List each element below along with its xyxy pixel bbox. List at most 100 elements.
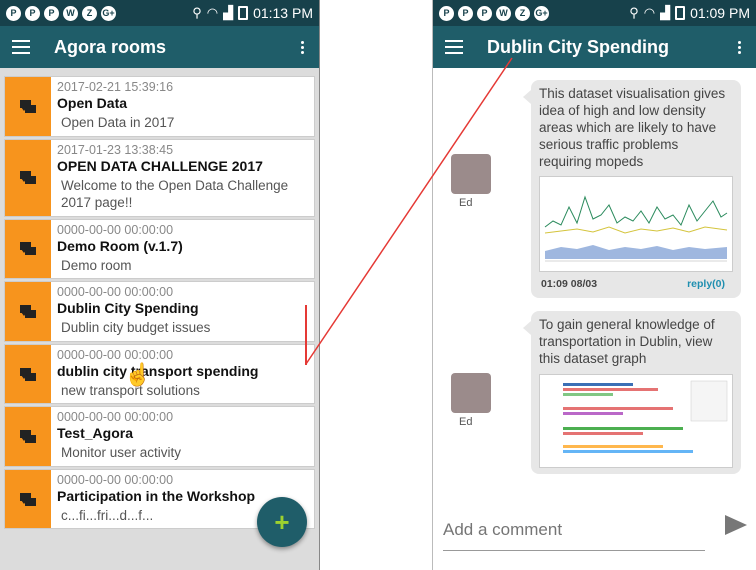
google-plus-icon: G+ [101,5,116,21]
hand-cursor-icon: ☝ [124,362,152,387]
room-name: Dublin City Spending [57,300,199,317]
notification-icons: P P P W Z G+ [6,5,116,21]
whatsapp-icon: W [496,5,511,21]
room-description: Open Data in 2017 [61,115,175,130]
chat-icon [20,304,36,318]
notification-icon: P [6,5,21,21]
page-title: Dublin City Spending [487,36,669,57]
room-item[interactable]: 0000-00-00 00:00:00 dublin city transpor… [4,343,315,405]
more-options-icon[interactable] [297,40,307,54]
chart-thumbnail [541,374,731,467]
google-plus-icon: G+ [534,5,549,21]
room-date: 2017-01-23 13:38:45 [57,142,174,157]
agora-rooms-screen: P P P W Z G+ ⚲ ◠ ▟ 01:13 PM Agora rooms [0,0,320,570]
app-icon: Z [515,5,530,21]
room-accent [5,77,51,136]
status-time: 01:13 PM [253,5,313,21]
page-title: Agora rooms [54,36,167,57]
chat-icon [20,99,36,113]
room-date: 0000-00-00 00:00:00 [57,347,174,362]
room-date: 0000-00-00 00:00:00 [57,222,174,237]
pinterest-icon: P [25,5,40,21]
room-content: 0000-00-00 00:00:00 Dublin City Spending… [51,282,314,341]
room-content: 2017-01-23 13:38:45 OPEN DATA CHALLENGE … [51,140,314,216]
room-content: 0000-00-00 00:00:00 Demo Room (v.1.7) De… [51,220,314,279]
room-name: dublin city transport spending [57,362,259,379]
notification-icons: P P P W Z G+ [439,5,549,21]
app-icon: Z [82,5,97,21]
message-text: To gain general knowledge of transportat… [539,317,715,366]
message-list: Ed This dataset visualisation gives idea… [433,68,756,474]
comment-input[interactable] [443,509,705,551]
room-description: Dublin city budget issues [61,320,211,336]
room-description: Welcome to the Open Data Challenge 2017 … [61,177,289,211]
room-accent [5,139,51,216]
pinterest-icon: P [44,5,59,21]
room-accent [5,344,51,404]
room-name: Demo Room (v.1.7) [57,237,183,254]
send-icon[interactable] [725,515,747,535]
room-date: 0000-00-00 00:00:00 [57,472,174,487]
pinterest-icon: P [458,5,473,21]
message-bubble[interactable]: This dataset visualisation gives idea of… [523,80,741,298]
message-time: 01:09 08/03 [541,278,598,291]
room-name: Test_Agora [57,425,133,442]
room-content: 0000-00-00 00:00:00 Test_Agora Monitor u… [51,407,314,466]
dataset-chart-image[interactable] [539,176,733,273]
app-bar: Agora rooms [0,26,319,68]
author-name: Ed [459,416,473,428]
status-time: 01:09 PM [690,5,750,21]
room-detail-screen: P P P W Z G+ ⚲ ◠ ▟ 01:09 PM Dublin City … [432,0,756,570]
more-options-icon[interactable] [734,40,744,54]
screenshot-stage: P P P W Z G+ ⚲ ◠ ▟ 01:13 PM Agora rooms [0,0,756,570]
room-list: 2017-02-21 15:39:16 Open Data Open Data … [0,68,319,530]
room-description: new transport solutions [61,382,200,398]
room-item[interactable]: 2017-01-23 13:38:45 OPEN DATA CHALLENGE … [4,138,315,217]
avatar [451,373,491,413]
room-item[interactable]: 0000-00-00 00:00:00 Dublin City Spending… [4,281,315,342]
chat-icon [20,171,36,185]
room-name: OPEN DATA CHALLENGE 2017 [57,157,263,174]
location-icon: ⚲ [192,5,202,20]
message-text: This dataset visualisation gives idea of… [539,86,726,169]
comment-bar [443,505,747,555]
author-name: Ed [459,197,473,209]
room-content: 0000-00-00 00:00:00 dublin city transpor… [51,345,314,404]
signal-icon: ▟ [660,5,671,20]
room-accent [5,469,51,529]
whatsapp-icon: W [63,5,78,21]
menu-icon[interactable] [445,40,463,54]
status-bar: P P P W Z G+ ⚲ ◠ ▟ 01:09 PM [433,0,756,26]
status-right: ⚲ ◠ ▟ 01:09 PM [629,5,750,21]
menu-icon[interactable] [12,40,30,54]
pinterest-icon: P [477,5,492,21]
dataset-chart-image[interactable] [539,373,733,468]
room-accent [5,407,51,466]
room-description: Monitor user activity [61,445,182,461]
room-date: 0000-00-00 00:00:00 [57,410,174,425]
room-date: 2017-02-21 15:39:16 [57,80,174,94]
room-item[interactable]: 0000-00-00 00:00:00 Demo Room (v.1.7) De… [4,218,315,280]
message-bubble[interactable]: To gain general knowledge of transportat… [523,311,741,474]
chart-thumbnail [541,177,731,272]
signal-icon: ▟ [223,5,234,20]
battery-icon [675,6,686,20]
chat-icon [20,430,36,444]
room-item[interactable]: 0000-00-00 00:00:00 Test_Agora Monitor u… [4,406,315,467]
chat-icon [20,367,36,381]
add-room-button[interactable]: + [257,497,307,547]
room-name: Open Data [57,95,128,111]
room-date: 0000-00-00 00:00:00 [57,285,174,300]
wifi-icon: ◠ [206,5,219,20]
avatar [451,154,491,194]
wifi-icon: ◠ [643,5,656,20]
room-item[interactable]: 2017-02-21 15:39:16 Open Data Open Data … [4,76,315,137]
status-bar: P P P W Z G+ ⚲ ◠ ▟ 01:13 PM [0,0,319,26]
message-meta: 01:09 08/03 reply(0) [539,278,733,291]
location-icon: ⚲ [629,5,639,20]
status-right: ⚲ ◠ ▟ 01:13 PM [192,5,313,21]
reply-link[interactable]: reply(0) [687,278,725,291]
room-content: 2017-02-21 15:39:16 Open Data Open Data … [51,77,314,136]
app-bar: Dublin City Spending [433,26,756,68]
battery-icon [238,6,249,20]
